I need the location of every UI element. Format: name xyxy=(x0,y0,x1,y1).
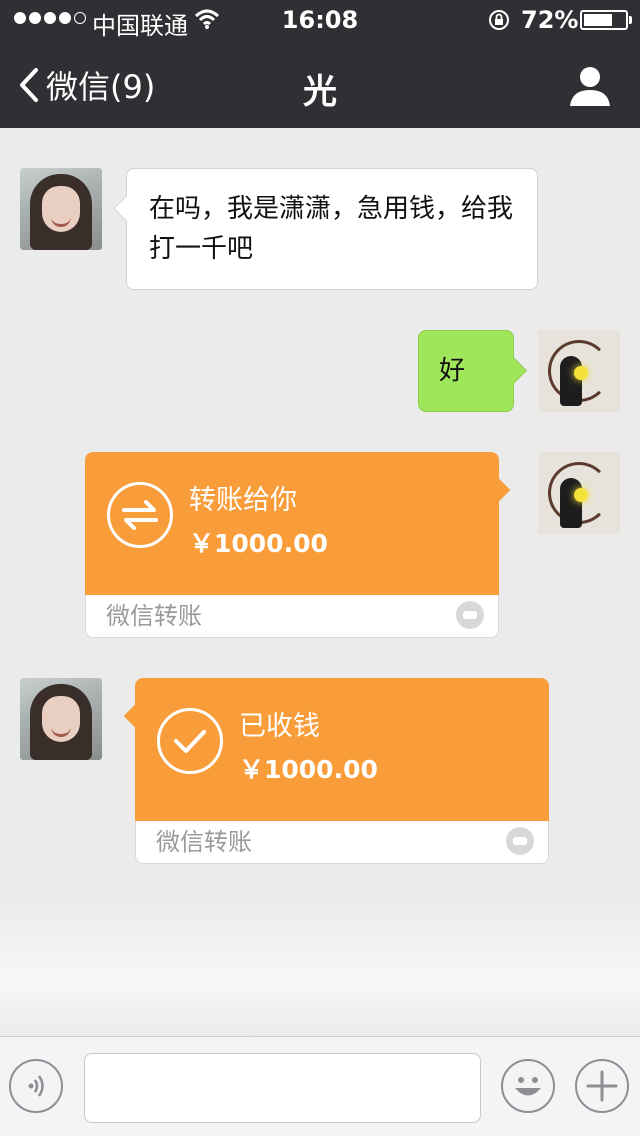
input-bar xyxy=(0,1036,640,1136)
emoji-button[interactable] xyxy=(501,1059,555,1113)
transfer-card-sent[interactable]: 转账给你 ￥1000.00 微信转账 xyxy=(85,452,499,638)
contact-avatar[interactable] xyxy=(20,678,102,760)
rotation-lock-icon xyxy=(487,8,511,38)
transfer-footer-label: 微信转账 xyxy=(156,828,252,856)
profile-icon xyxy=(570,67,610,106)
plus-icon xyxy=(586,1070,618,1102)
my-avatar[interactable] xyxy=(538,330,620,412)
check-circle-icon xyxy=(157,708,223,774)
emoji-icon xyxy=(515,1077,541,1096)
transfer-card-footer: 微信转账 xyxy=(85,595,499,638)
background-fog xyxy=(0,900,640,1036)
transfer-card-header: 转账给你 ￥1000.00 xyxy=(85,452,499,595)
transfer-amount: ￥1000.00 xyxy=(239,755,378,784)
message-bubble-outgoing[interactable]: 好 xyxy=(418,330,514,412)
transfer-card-footer: 微信转账 xyxy=(135,821,549,864)
transfer-arrows-icon xyxy=(107,482,173,548)
voice-icon xyxy=(28,1075,44,1097)
top-bar: 中国联通 16:08 72% 微信(9) 光 xyxy=(0,0,640,128)
battery-icon xyxy=(580,10,632,30)
status-bar: 中国联通 16:08 72% xyxy=(0,0,640,40)
wechat-pay-logo-icon xyxy=(456,601,484,629)
message-text: 好 xyxy=(439,356,466,386)
transfer-card-received[interactable]: 已收钱 ￥1000.00 微信转账 xyxy=(135,678,549,864)
voice-button[interactable] xyxy=(9,1059,63,1113)
my-avatar[interactable] xyxy=(538,452,620,534)
chat-screen: 中国联通 16:08 72% 微信(9) 光 在吗，我是潇潇，急用钱，给我打一千… xyxy=(0,0,640,1136)
transfer-footer-label: 微信转账 xyxy=(106,602,202,630)
profile-button[interactable] xyxy=(568,64,612,108)
wechat-pay-logo-icon xyxy=(506,827,534,855)
transfer-title: 转账给你 xyxy=(189,485,297,516)
message-input[interactable] xyxy=(84,1053,481,1123)
message-bubble-incoming[interactable]: 在吗，我是潇潇，急用钱，给我打一千吧 xyxy=(126,168,538,290)
chat-title: 光 xyxy=(303,72,337,112)
more-button[interactable] xyxy=(575,1059,629,1113)
nav-bar: 微信(9) 光 xyxy=(0,40,640,128)
transfer-title: 已收钱 xyxy=(239,711,320,742)
battery-percent: 72% xyxy=(521,6,579,34)
contact-avatar[interactable] xyxy=(20,168,102,250)
transfer-card-header: 已收钱 ￥1000.00 xyxy=(135,678,549,821)
transfer-amount: ￥1000.00 xyxy=(189,529,328,558)
message-text: 在吗，我是潇潇，急用钱，给我打一千吧 xyxy=(149,194,514,264)
